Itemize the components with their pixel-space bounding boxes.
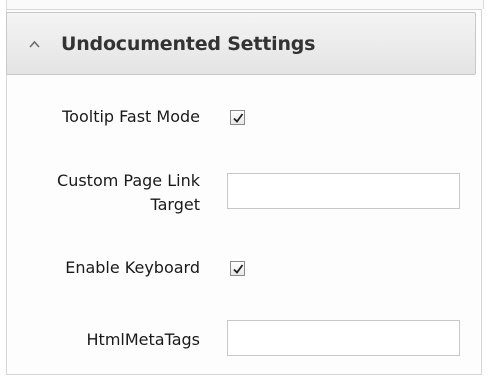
settings-window: Undocumented Settings Tooltip Fast Mode … [0,0,488,377]
enable-keyboard-label: Enable Keyboard [65,258,200,277]
chevron-up-icon[interactable] [29,34,61,54]
section-header[interactable]: Undocumented Settings [6,12,476,75]
custom-page-link-label-line1: Custom Page Link [57,171,200,190]
enable-keyboard-checkbox[interactable] [230,261,245,276]
tooltip-fast-mode-label: Tooltip Fast Mode [62,107,200,126]
html-meta-tags-label: HtmlMetaTags [86,330,200,349]
html-meta-tags-input[interactable] [227,320,460,356]
section-title: Undocumented Settings [61,32,316,55]
checkmark-icon [232,263,243,274]
custom-page-link-target-input[interactable] [227,173,460,209]
top-edge [6,0,484,9]
checkmark-icon [232,112,243,123]
tooltip-fast-mode-checkbox[interactable] [230,110,245,125]
custom-page-link-label-line2: Target [150,195,201,214]
